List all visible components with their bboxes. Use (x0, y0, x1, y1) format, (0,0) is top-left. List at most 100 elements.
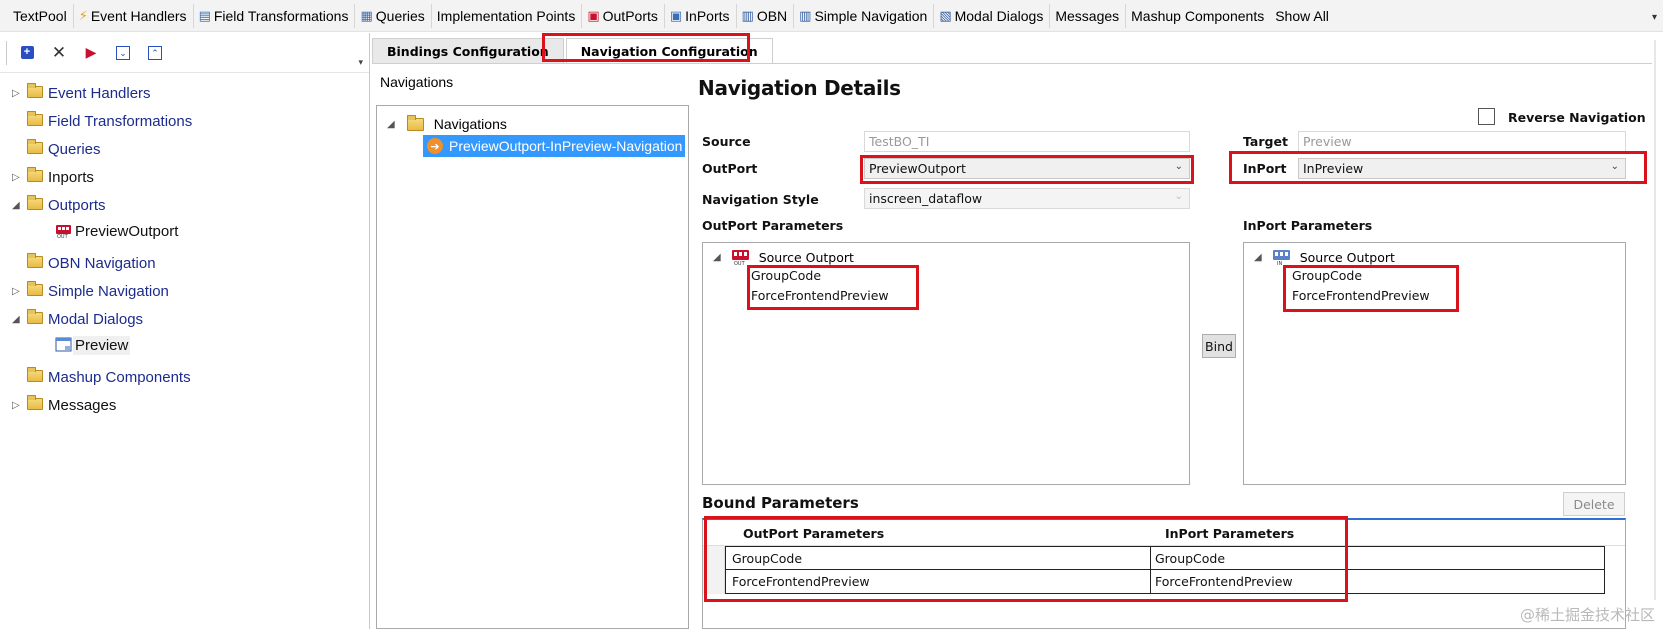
inport-label: InPort (1243, 161, 1287, 176)
toolbar-inports[interactable]: ▣ InPorts (663, 3, 736, 28)
collapse-all-icon[interactable]: ⌃ (144, 42, 166, 64)
tree-item-queries[interactable]: Queries (0, 135, 369, 163)
tree-item-outports[interactable]: ◢ Outports (0, 191, 369, 219)
cell-divider (1150, 570, 1151, 593)
source-field[interactable]: TestBO_TI (864, 131, 1190, 152)
collapse-arrow-icon[interactable]: ◢ (12, 200, 22, 211)
folder-icon (27, 367, 43, 382)
grid-cell[interactable]: GroupCode (732, 551, 802, 566)
toolbar-simple-navigation[interactable]: ▥ Simple Navigation (793, 3, 933, 28)
navigations-root[interactable]: ◢ Navigations (387, 114, 507, 134)
grid-cell[interactable]: ForceFrontendPreview (732, 574, 870, 589)
table-row[interactable]: ForceFrontendPreview ForceFrontendPrevie… (725, 570, 1605, 594)
outport-tree-root[interactable]: ◢ OUT Source Outport (713, 247, 854, 268)
tree-item-inports[interactable]: ▷ Inports (0, 163, 369, 191)
expand-all-icon[interactable]: ⌄ (112, 42, 134, 64)
toolbar-obn[interactable]: ▥ OBN (735, 3, 794, 28)
toolbar-implementation-points[interactable]: Implementation Points (430, 3, 582, 28)
toolbar-queries[interactable]: ▦ Queries (354, 3, 430, 28)
tree-item-field-transformations[interactable]: Field Transformations (0, 107, 369, 135)
inport-icon: ▣ (669, 7, 683, 23)
transform-icon: ▤ (198, 7, 211, 23)
toolbar-messages[interactable]: Messages (1049, 3, 1125, 28)
tree-item-modal-dialogs[interactable]: ◢ Modal Dialogs (0, 305, 369, 333)
tree-item-preview[interactable]: Preview (0, 333, 369, 357)
cell-divider (1150, 547, 1151, 569)
navigation-style-label: Navigation Style (702, 192, 819, 207)
component-tree-pane: + ✕ ▶ ⌄ ⌃ ▾ ▷ Event Handlers Field Trans… (0, 33, 370, 629)
chevron-down-icon: ⌄ (1610, 161, 1619, 172)
outport-parameters-tree: ◢ OUT Source Outport GroupCode ForceFron… (702, 242, 1190, 485)
toolbar-show-all[interactable]: Show All (1270, 4, 1335, 28)
details-title: Navigation Details (698, 76, 901, 100)
delete-button[interactable]: Delete (1563, 492, 1625, 516)
tree-item-simple-navigation[interactable]: ▷ Simple Navigation (0, 277, 369, 305)
toolbar-outports[interactable]: ▣ OutPorts (581, 3, 664, 28)
inport-param-forcefrontendpreview[interactable]: ForceFrontendPreview (1292, 288, 1430, 303)
grid-header: OutPort Parameters InPort Parameters (703, 520, 1625, 546)
folder-icon (27, 167, 43, 182)
inport-param-groupcode[interactable]: GroupCode (1292, 268, 1362, 283)
tree-toolbar: + ✕ ▶ ⌄ ⌃ ▾ (0, 33, 369, 73)
toolbar-textpool[interactable]: TextPool (8, 4, 73, 28)
folder-icon (27, 395, 43, 410)
tree-item-obn-navigation[interactable]: OBN Navigation (0, 249, 369, 277)
tree-toolbar-overflow-icon[interactable]: ▾ (358, 57, 363, 68)
navigation-style-select[interactable]: inscreen_dataflow ⌄ (864, 188, 1190, 209)
toolbar-overflow-icon[interactable]: ▾ (1652, 12, 1657, 23)
grid-cell[interactable]: ForceFrontendPreview (1155, 574, 1293, 589)
collapse-arrow-icon[interactable]: ◢ (713, 252, 721, 263)
tab-navigation-configuration[interactable]: Navigation Configuration (565, 38, 773, 64)
component-tree: ▷ Event Handlers Field Transformations Q… (0, 79, 369, 419)
grid-cell[interactable]: GroupCode (1155, 551, 1225, 566)
toolbar-modal-dialogs[interactable]: ▧ Modal Dialogs (933, 3, 1049, 28)
vertical-scrollbar[interactable] (1651, 40, 1659, 600)
svg-text:OUT: OUT (57, 234, 69, 239)
outport-icon: OUT (55, 223, 72, 240)
run-icon[interactable]: ▶ (80, 42, 102, 64)
outport-parameters-label: OutPort Parameters (702, 218, 844, 233)
expand-arrow-icon[interactable]: ▷ (12, 286, 22, 297)
tree-item-messages[interactable]: ▷ Messages (0, 391, 369, 419)
reverse-navigation-checkbox[interactable] (1478, 108, 1495, 125)
collapse-arrow-icon[interactable]: ◢ (12, 314, 22, 325)
inport-select[interactable]: InPreview ⌄ (1298, 158, 1626, 179)
grid-header-outport[interactable]: OutPort Parameters (743, 526, 884, 541)
outport-param-groupcode[interactable]: GroupCode (751, 268, 821, 283)
outport-param-forcefrontendpreview[interactable]: ForceFrontendPreview (751, 288, 889, 303)
chevron-down-icon: ⌄ (1174, 161, 1183, 172)
row-header[interactable] (703, 570, 725, 594)
folder-icon (27, 111, 43, 126)
collapse-arrow-icon[interactable]: ◢ (387, 119, 395, 130)
expand-arrow-icon[interactable]: ▷ (12, 400, 22, 411)
outport-icon: ▣ (587, 7, 600, 23)
toolbar-event-handlers[interactable]: ⚡ Event Handlers (72, 3, 193, 28)
collapse-arrow-icon[interactable]: ◢ (1254, 252, 1262, 263)
toolbar-field-transformations[interactable]: ▤ Field Transformations (192, 3, 355, 28)
target-field[interactable]: Preview (1298, 131, 1626, 152)
toolbar-mashup-components[interactable]: Mashup Components (1125, 3, 1270, 28)
inport-parameters-tree: ◢ IN Source Outport GroupCode ForceFront… (1243, 242, 1626, 485)
bind-button[interactable]: Bind (1202, 334, 1236, 358)
outport-icon: OUT (731, 248, 751, 267)
tab-bindings-configuration[interactable]: Bindings Configuration (372, 38, 564, 64)
expand-arrow-icon[interactable]: ▷ (12, 88, 22, 99)
reverse-navigation-label: Reverse Navigation (1508, 110, 1646, 125)
navigation-item-selected[interactable]: ➔ PreviewOutport-InPreview-Navigation (423, 135, 685, 157)
dialog-icon: ▧ (939, 7, 952, 23)
row-header[interactable] (703, 546, 725, 570)
folder-icon (27, 195, 43, 210)
tree-item-preview-outport[interactable]: OUT PreviewOutport (0, 219, 369, 243)
outport-label: OutPort (702, 161, 758, 176)
folder-icon (27, 309, 43, 324)
tree-item-event-handlers[interactable]: ▷ Event Handlers (0, 79, 369, 107)
grid-header-inport[interactable]: InPort Parameters (1165, 526, 1294, 541)
obn-icon: ▥ (741, 7, 754, 23)
outport-select[interactable]: PreviewOutport ⌄ (864, 158, 1190, 179)
expand-arrow-icon[interactable]: ▷ (12, 172, 22, 183)
tree-item-mashup-components[interactable]: Mashup Components (0, 363, 369, 391)
inport-tree-root[interactable]: ◢ IN Source Outport (1254, 247, 1395, 268)
table-row[interactable]: GroupCode GroupCode (725, 546, 1605, 570)
delete-icon[interactable]: ✕ (48, 42, 70, 64)
add-icon[interactable]: + (16, 42, 38, 64)
